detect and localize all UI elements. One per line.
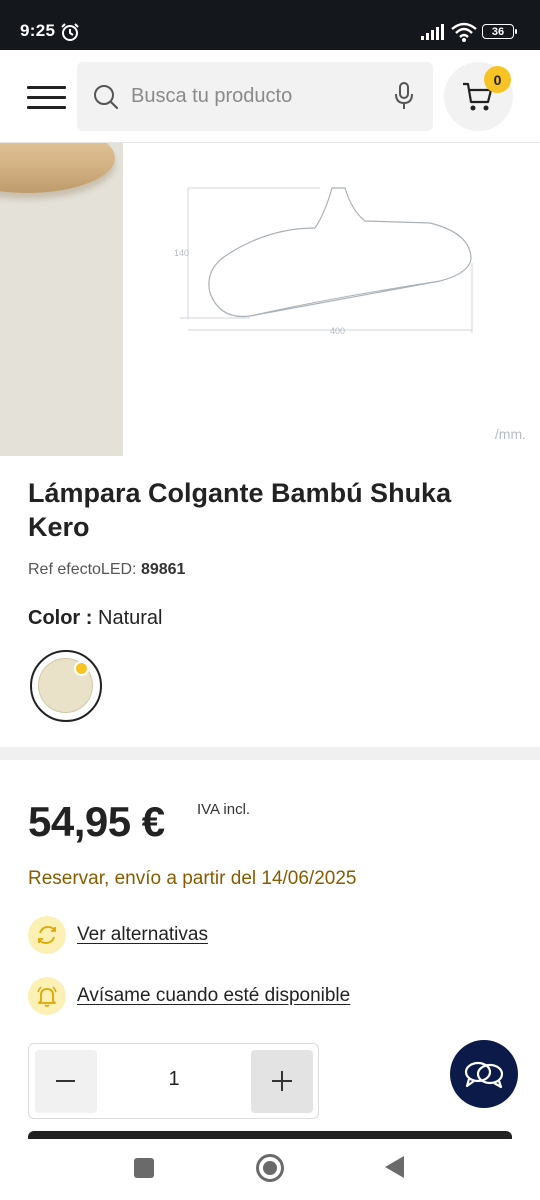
status-time: 9:25 [20, 21, 56, 40]
color-swatch-natural[interactable] [30, 650, 102, 722]
dimension-diagram: 140 400 [174, 187, 473, 336]
search-input[interactable] [131, 78, 381, 114]
product-photo[interactable] [0, 143, 123, 456]
chat-button[interactable] [450, 1040, 518, 1108]
signal-icon [421, 24, 444, 40]
microphone-icon[interactable] [395, 82, 413, 110]
search-bar[interactable] [77, 62, 433, 131]
back-button[interactable] [385, 1156, 404, 1178]
cart-count-badge: 0 [484, 66, 511, 93]
battery-indicator: 36 [482, 24, 517, 39]
tax-note: IVA incl. [197, 801, 251, 818]
bell-icon [28, 977, 66, 1015]
lamp-photo-shape [0, 143, 115, 193]
section-divider [0, 747, 540, 760]
availability-text: Reservar, envío a partir del 14/06/2025 [28, 868, 357, 889]
color-value: Natural [98, 607, 163, 629]
status-bar: 9:25 36 [0, 0, 540, 50]
product-title: Lámpara Colgante Bambú Shuka Kero [28, 478, 452, 542]
color-label: Color : [28, 607, 93, 629]
ref-value: 89861 [140, 561, 186, 578]
alternatives-link-text[interactable]: Ver alternativas [77, 924, 208, 946]
product-gallery[interactable]: 140 400 /mm. [0, 143, 540, 456]
wifi-icon [451, 22, 477, 42]
site-header: 0 [0, 50, 540, 143]
alarm-icon [61, 23, 79, 41]
menu-button[interactable] [27, 86, 67, 110]
notify-link-text[interactable]: Avísame cuando esté disponible [77, 985, 350, 1007]
quantity-value[interactable]: 1 [99, 1068, 249, 1091]
unit-label: /mm. [494, 426, 526, 442]
recent-apps-button[interactable] [134, 1158, 154, 1178]
product-reference: Ref efectoLED: 89861 [28, 561, 185, 579]
notify-link[interactable]: Avísame cuando esté disponible [28, 976, 350, 1016]
cart-button[interactable]: 0 [444, 62, 513, 131]
search-icon [94, 85, 119, 110]
swatch-selected-indicator [74, 661, 89, 676]
add-to-cart-button[interactable] [28, 1131, 512, 1139]
alternatives-link[interactable]: Ver alternativas [28, 915, 208, 955]
dimension-height-label: 140 [174, 248, 189, 258]
system-navigation-bar [0, 1140, 540, 1200]
decrease-quantity-button[interactable] [35, 1050, 97, 1113]
home-button[interactable] [256, 1154, 284, 1182]
chat-bubbles-icon [464, 1061, 504, 1089]
refresh-icon [28, 916, 66, 954]
quantity-stepper: 1 [28, 1043, 319, 1119]
increase-quantity-button[interactable] [251, 1050, 313, 1113]
battery-level: 36 [491, 25, 505, 38]
ref-label: Ref efectoLED: [28, 561, 137, 578]
product-price: 54,95 € [28, 798, 165, 845]
dimension-width-label: 400 [330, 326, 345, 336]
color-selection-label: Color : Natural [28, 607, 162, 630]
